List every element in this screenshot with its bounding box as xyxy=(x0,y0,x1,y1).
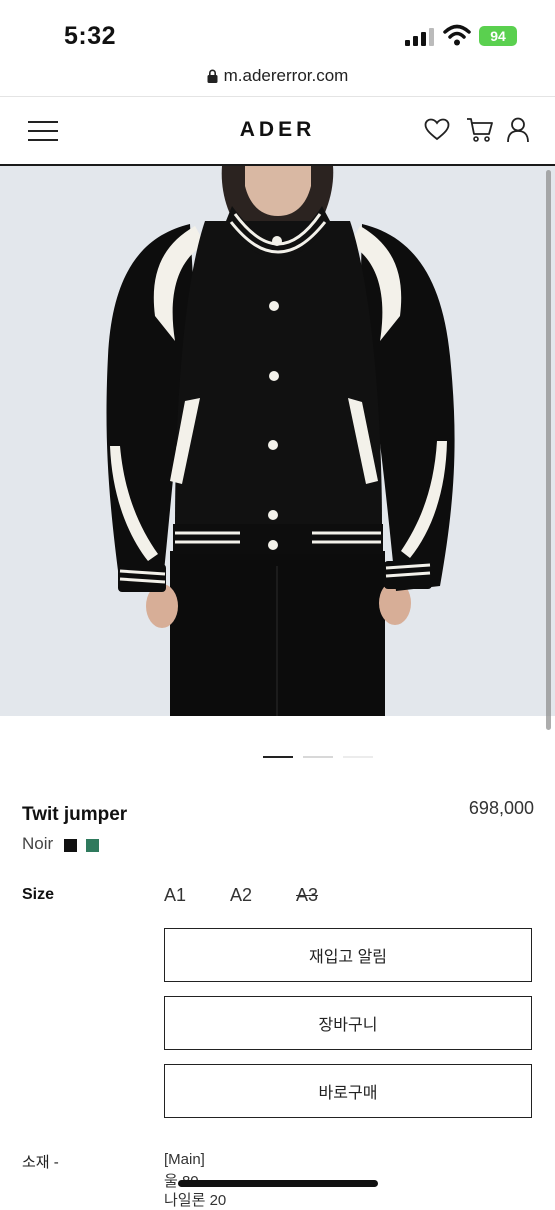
size-label: Size xyxy=(22,886,55,903)
page-scrollbar[interactable] xyxy=(546,170,551,730)
product-name: Twit jumper xyxy=(22,804,128,825)
url-text: m.adererror.com xyxy=(223,66,349,85)
size-option-a3[interactable]: A3 xyxy=(296,885,318,906)
jacket-illustration xyxy=(106,166,455,716)
lock-icon xyxy=(207,69,218,83)
material-line: [Main] xyxy=(164,1151,205,1168)
add-to-cart-button[interactable]: 장바구니 xyxy=(164,996,532,1050)
wifi-icon xyxy=(443,24,471,46)
buy-now-button[interactable]: 바로구매 xyxy=(164,1064,532,1118)
color-swatch-black[interactable] xyxy=(64,839,77,852)
home-indicator[interactable] xyxy=(178,1180,378,1187)
status-time: 5:32 xyxy=(64,22,117,50)
divider xyxy=(0,96,555,97)
size-option-a2[interactable]: A2 xyxy=(230,885,252,906)
cellular-signal-icon xyxy=(405,28,434,46)
battery-indicator: 94 xyxy=(479,26,517,46)
battery-level: 94 xyxy=(490,28,506,44)
color-name: Noir xyxy=(22,834,54,853)
carousel-dot[interactable] xyxy=(303,756,333,758)
cart-icon[interactable] xyxy=(466,117,494,143)
product-price: 698,000 xyxy=(468,798,534,818)
address-bar[interactable]: m.adererror.com xyxy=(0,62,555,90)
size-option-a1[interactable]: A1 xyxy=(164,885,186,906)
user-icon[interactable] xyxy=(507,117,529,143)
heart-icon[interactable] xyxy=(424,118,450,142)
color-swatch-green[interactable] xyxy=(86,839,99,852)
restock-alert-button[interactable]: 재입고 알림 xyxy=(164,928,532,982)
carousel-dot[interactable] xyxy=(263,756,293,758)
carousel-dot[interactable] xyxy=(343,756,373,758)
material-label: 소재 - xyxy=(22,1154,59,1171)
product-image[interactable] xyxy=(0,166,555,716)
